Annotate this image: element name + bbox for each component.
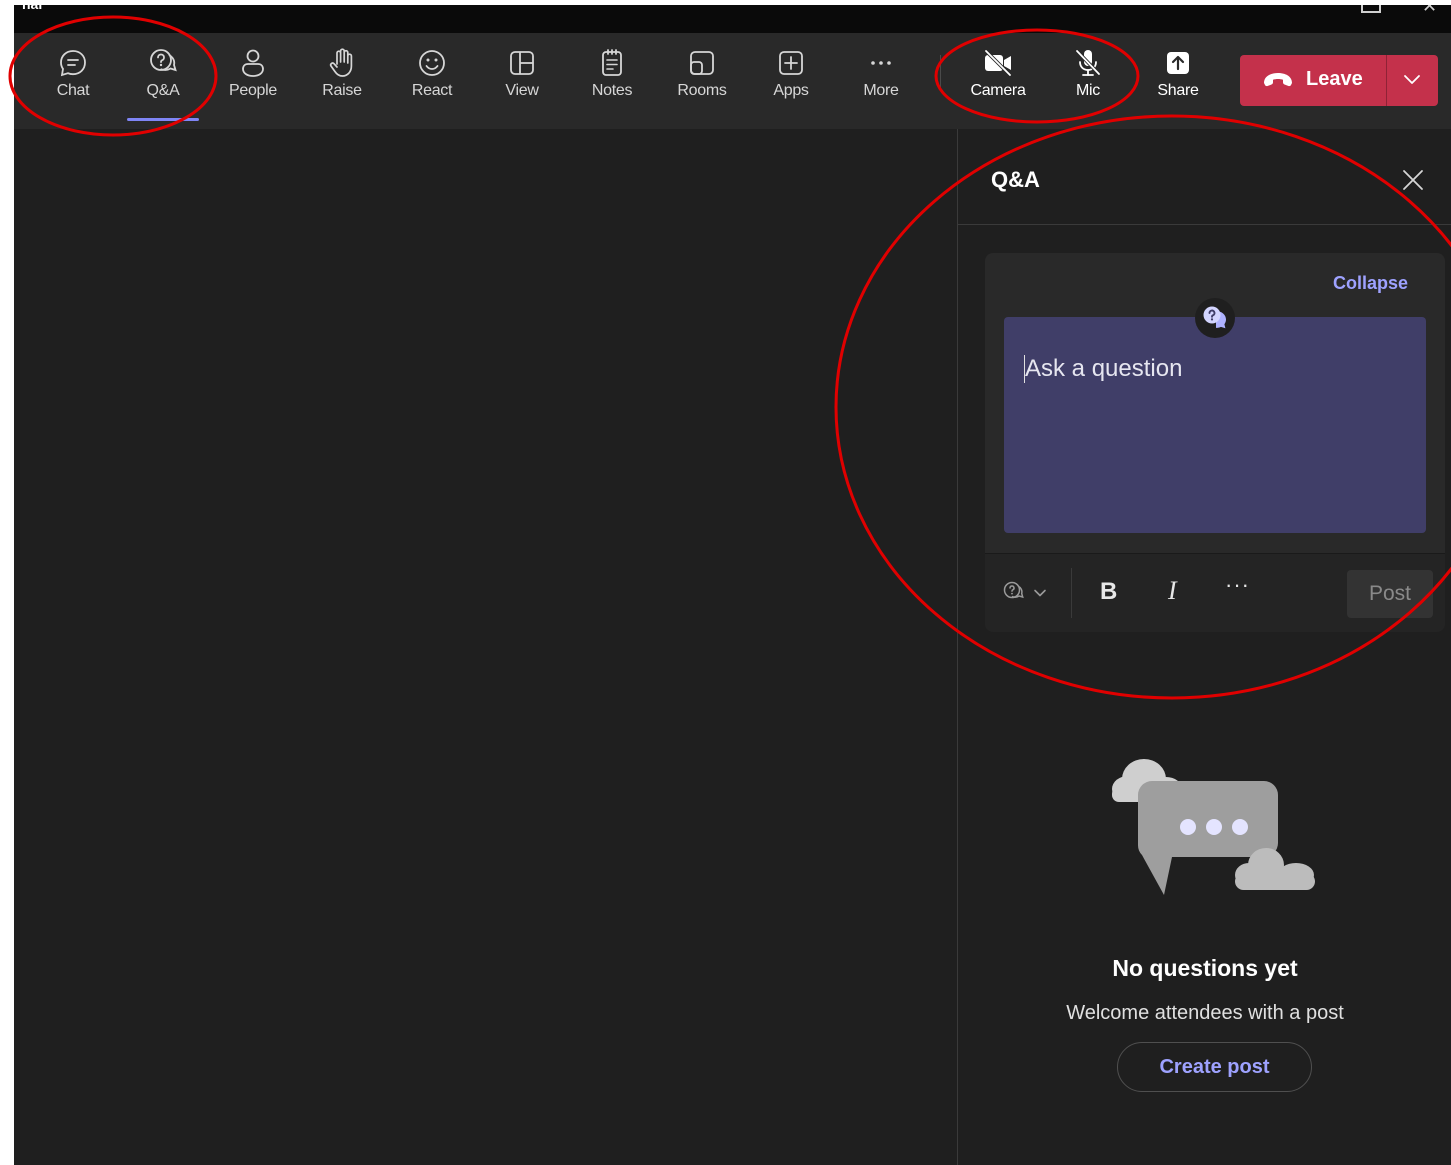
view-button[interactable]: View [482,47,562,117]
leave-button[interactable]: Leave [1240,55,1386,106]
meeting-toolbar: Chat Q&A People Raise React View Notes R… [14,33,1451,129]
more-formatting-button[interactable]: ··· [1225,572,1250,598]
teams-meeting-window: nal ✕ Chat Q&A [14,5,1451,1165]
pop-out-icon[interactable] [1361,5,1381,13]
raise-hand-button[interactable]: Raise [302,47,382,117]
leave-options-button[interactable] [1387,55,1438,106]
chat-label: Chat [56,82,90,99]
people-icon [242,49,264,77]
chat-button[interactable]: Chat [33,47,113,117]
empty-state-title: No questions yet [1112,955,1298,981]
window-close-icon[interactable]: ✕ [1422,5,1437,17]
camera-label: Camera [970,82,1026,99]
post-button[interactable]: Post [1347,570,1433,618]
qa-icon [150,49,177,72]
more-label: More [863,82,899,99]
react-label: React [411,82,453,99]
qa-label: Q&A [146,82,180,99]
question-placeholder: Ask a question [1025,355,1183,382]
compose-toolbar: B I ··· Post [985,553,1445,632]
apps-plus-icon [779,51,803,75]
view-grid-icon [510,51,534,75]
compose-divider [1071,568,1072,618]
bold-button[interactable]: B [1100,578,1117,606]
active-tab-indicator [127,118,199,121]
qa-panel-header: Q&A [958,129,1451,225]
rooms-icon [690,51,714,75]
create-post-button[interactable]: Create post [1117,1042,1312,1092]
collapse-link[interactable]: Collapse [1333,273,1408,294]
react-button[interactable]: React [392,47,472,117]
leave-label: Leave [1306,68,1363,90]
camera-button[interactable]: Camera [958,47,1038,117]
chevron-down-icon [1404,75,1420,84]
qa-panel-title: Q&A [991,167,1040,192]
post-type-dropdown[interactable] [995,574,1057,610]
qa-panel: Q&A Collapse Ask a question B I ··· Post… [957,129,1451,1165]
leave-button-group: Leave [1240,55,1438,106]
title-bar: nal ✕ [14,5,1451,33]
mic-label: Mic [1076,82,1100,99]
italic-button[interactable]: I [1168,576,1177,606]
notes-label: Notes [591,82,633,99]
meeting-stage [14,129,957,1165]
close-icon[interactable] [1398,165,1428,195]
apps-label: Apps [773,82,809,99]
qa-badge-icon [1203,306,1226,329]
rooms-button[interactable]: Rooms [662,47,742,117]
camera-off-icon [984,49,1012,77]
mic-off-icon [1075,49,1101,76]
phone-hangup-icon [1264,73,1292,87]
mic-button[interactable]: Mic [1048,47,1128,117]
empty-chat-illustration [1112,759,1315,895]
share-label: Share [1157,82,1199,99]
people-button[interactable]: People [213,47,293,117]
question-input[interactable]: Ask a question [1004,317,1426,533]
apps-button[interactable]: Apps [751,47,831,117]
rooms-label: Rooms [677,82,727,99]
share-button[interactable]: Share [1138,47,1218,117]
empty-state-subtitle: Welcome attendees with a post [1066,1002,1344,1024]
notes-icon [602,49,622,76]
qa-type-icon [1003,581,1024,599]
more-button[interactable]: More [841,47,921,117]
chat-icon [60,50,86,77]
window-title: nal [22,5,42,12]
view-label: View [505,82,539,99]
notes-button[interactable]: Notes [572,47,652,117]
chevron-down-icon [1034,589,1046,597]
smiley-icon [419,50,445,76]
raise-hand-icon [329,48,353,77]
more-icon [871,61,891,65]
question-composer: Collapse Ask a question B I ··· Post [985,253,1445,632]
people-label: People [228,82,278,99]
qa-badge [1195,298,1235,338]
share-icon [1167,52,1189,74]
toolbar-divider [940,55,941,89]
qa-button[interactable]: Q&A [123,47,203,121]
raise-label: Raise [322,82,362,99]
